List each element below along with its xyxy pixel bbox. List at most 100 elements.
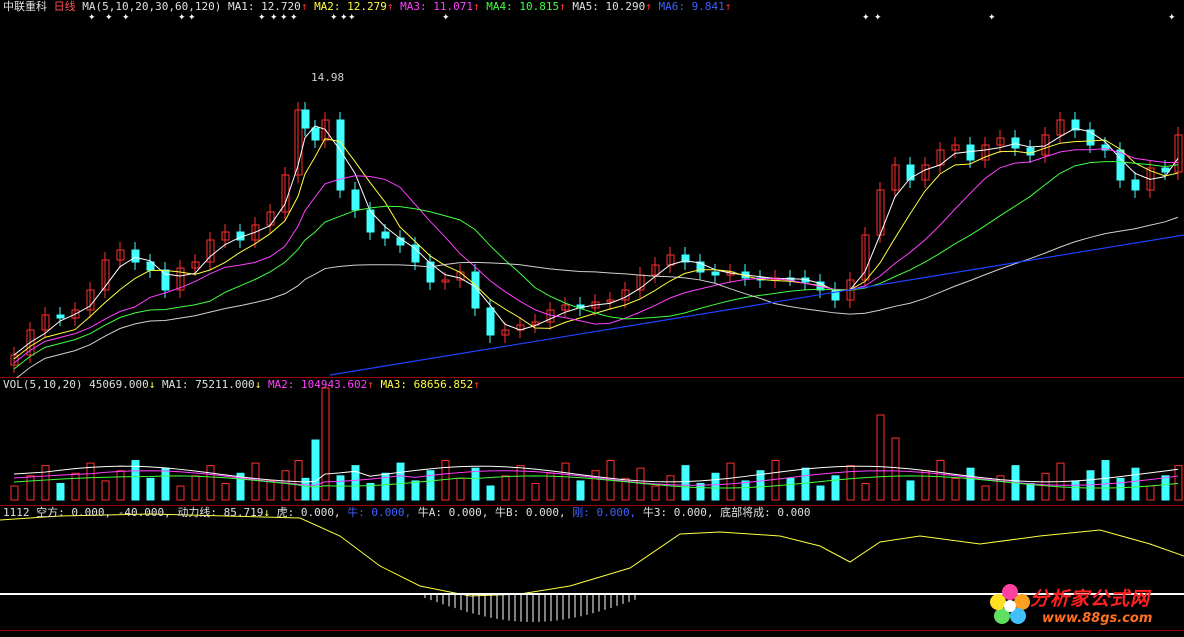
candle-body [381, 231, 390, 239]
volume-bar [1174, 465, 1183, 501]
site-logo: 分析家公式网 www.88gs.com [986, 578, 1182, 634]
volume-bar [1101, 460, 1110, 501]
volume-bar [1116, 477, 1125, 501]
volume-bar [176, 485, 185, 501]
volume-bar [711, 472, 720, 501]
vol-ma3: MA3: 68656.852 [380, 378, 474, 391]
volume-panel[interactable]: VOL(5,10,20) 45069.000↓ MA1: 75211.000↓ … [0, 378, 1184, 506]
signal-star-icon: ✦ [442, 13, 450, 23]
signal-star-icon: ✦ [105, 13, 113, 23]
flower-logo-icon [990, 584, 1030, 624]
volume-bar [921, 470, 930, 501]
candle-body [131, 249, 140, 263]
signal-star-icon: ✦ [862, 13, 870, 23]
volume-bar [1146, 485, 1155, 501]
volume-bar [846, 465, 855, 501]
ma6-line [329, 234, 1184, 376]
candle-body [56, 314, 65, 319]
vol-label: VOL(5,10,20) [3, 378, 83, 391]
signal-star-icon: ✦ [290, 13, 298, 23]
volume-bar [456, 477, 465, 501]
volume-bar [786, 477, 795, 501]
dongli-arrow-icon: ↓ [263, 506, 270, 519]
volume-bar [321, 387, 330, 501]
vol-ma2: MA2: 104943.602 [267, 378, 368, 391]
volume-chart[interactable] [0, 378, 1184, 506]
candle-body [1161, 167, 1170, 173]
price-header: 中联重科 日线 MA(5,10,20,30,60,120) MA1: 12.72… [3, 0, 731, 14]
candle-body [486, 307, 495, 336]
ma3-value: MA3: 11.071 [400, 0, 474, 13]
ma5-line [15, 216, 1179, 378]
volume-bar [116, 470, 125, 501]
volume-bar [206, 465, 215, 501]
volume-bar [86, 462, 95, 501]
ma2-line [13, 138, 1179, 360]
signal-star-icon: ✦ [270, 13, 278, 23]
high-price-label: 14.98 [311, 71, 345, 84]
volume-bar [966, 467, 975, 501]
vol-ma1-line [13, 465, 1179, 483]
gang-value: 刚: 0.000, [572, 506, 637, 519]
signal-star-icon: ✦ [1168, 13, 1176, 23]
volume-bar [891, 437, 900, 501]
volume-bar [1071, 480, 1080, 501]
volume-bar [651, 485, 660, 501]
candle-body [966, 144, 975, 161]
volume-bar [161, 467, 170, 501]
ma2-value: MA2: 12.279 [314, 0, 387, 13]
volume-bar [101, 480, 110, 501]
volume-bar [771, 460, 780, 501]
volume-bar [281, 470, 290, 501]
dongli-value: 动力线: 85.719 [177, 506, 264, 519]
vol-ma1: MA1: 75211.000 [161, 378, 255, 391]
volume-bar [696, 482, 705, 501]
candle-body [711, 271, 720, 276]
vol-value: 45069.000 [89, 378, 149, 391]
niua-value: 牛A: 0.000, [417, 506, 489, 519]
vol-ma2-line [13, 470, 1179, 486]
volume-bar [816, 485, 825, 501]
ma5-arrow-icon: ↑ [645, 0, 652, 13]
volume-bar [1041, 472, 1050, 501]
candle-body [1026, 147, 1035, 156]
niub-value: 牛B: 0.000, [495, 506, 566, 519]
volume-bar [576, 480, 585, 501]
signal-star-icon: ✦ [258, 13, 266, 23]
ma4-line [13, 161, 1179, 370]
volume-bar [294, 460, 303, 501]
signal-star-icon: ✦ [280, 13, 288, 23]
price-chart-panel[interactable]: ✦ ✦ ✦ ✦ ✦ ✦ ✦ ✦ ✦ ✦ ✦ ✦ ✦ ✦ ✦ ✦ ✦ 中联重科 日线 MA(5,10,20,30,… [0, 0, 1184, 378]
signal-star-icon: ✦ [874, 13, 882, 23]
dibu-value: 底部将成: 0.000 [720, 506, 811, 519]
volume-bar [221, 482, 230, 501]
candlestick-chart[interactable]: ✦ ✦ ✦ ✦ ✦ ✦ ✦ ✦ ✦ ✦ ✦ ✦ ✦ ✦ ✦ ✦ ✦ [0, 0, 1184, 378]
volume-bar [936, 460, 945, 501]
volume-bar [56, 482, 65, 501]
volume-bar [146, 477, 155, 501]
ma4-value: MA4: 10.815 [486, 0, 560, 13]
candle-body [161, 269, 170, 291]
period-label: 日线 [53, 0, 76, 13]
volume-bar [396, 462, 405, 501]
candle-body [1011, 137, 1020, 149]
candle-body [1131, 179, 1140, 191]
volume-bar [41, 465, 50, 501]
candle-body [301, 109, 310, 129]
kongfang-value: 空方: 0.000, -40.000, [36, 506, 171, 519]
ma6-arrow-icon: ↑ [724, 0, 732, 13]
volume-bar [531, 482, 540, 501]
volume-bar [266, 480, 275, 501]
signal-star-icon: ✦ [330, 13, 338, 23]
volume-bar [311, 439, 320, 501]
stock-name: 中联重科 [3, 0, 47, 13]
indicator-header: 1112 空方: 0.000, -40.000, 动力线: 85.719↓ 虎:… [3, 506, 810, 520]
signal-star-icon: ✦ [348, 13, 356, 23]
volume-bar [741, 480, 750, 501]
candle-body [1116, 149, 1125, 181]
volume-bar [666, 475, 675, 501]
volume-bar [441, 460, 450, 501]
volume-bar [681, 465, 690, 501]
logo-text: 分析家公式网 [1030, 588, 1151, 610]
signal-star-icon: ✦ [988, 13, 996, 23]
